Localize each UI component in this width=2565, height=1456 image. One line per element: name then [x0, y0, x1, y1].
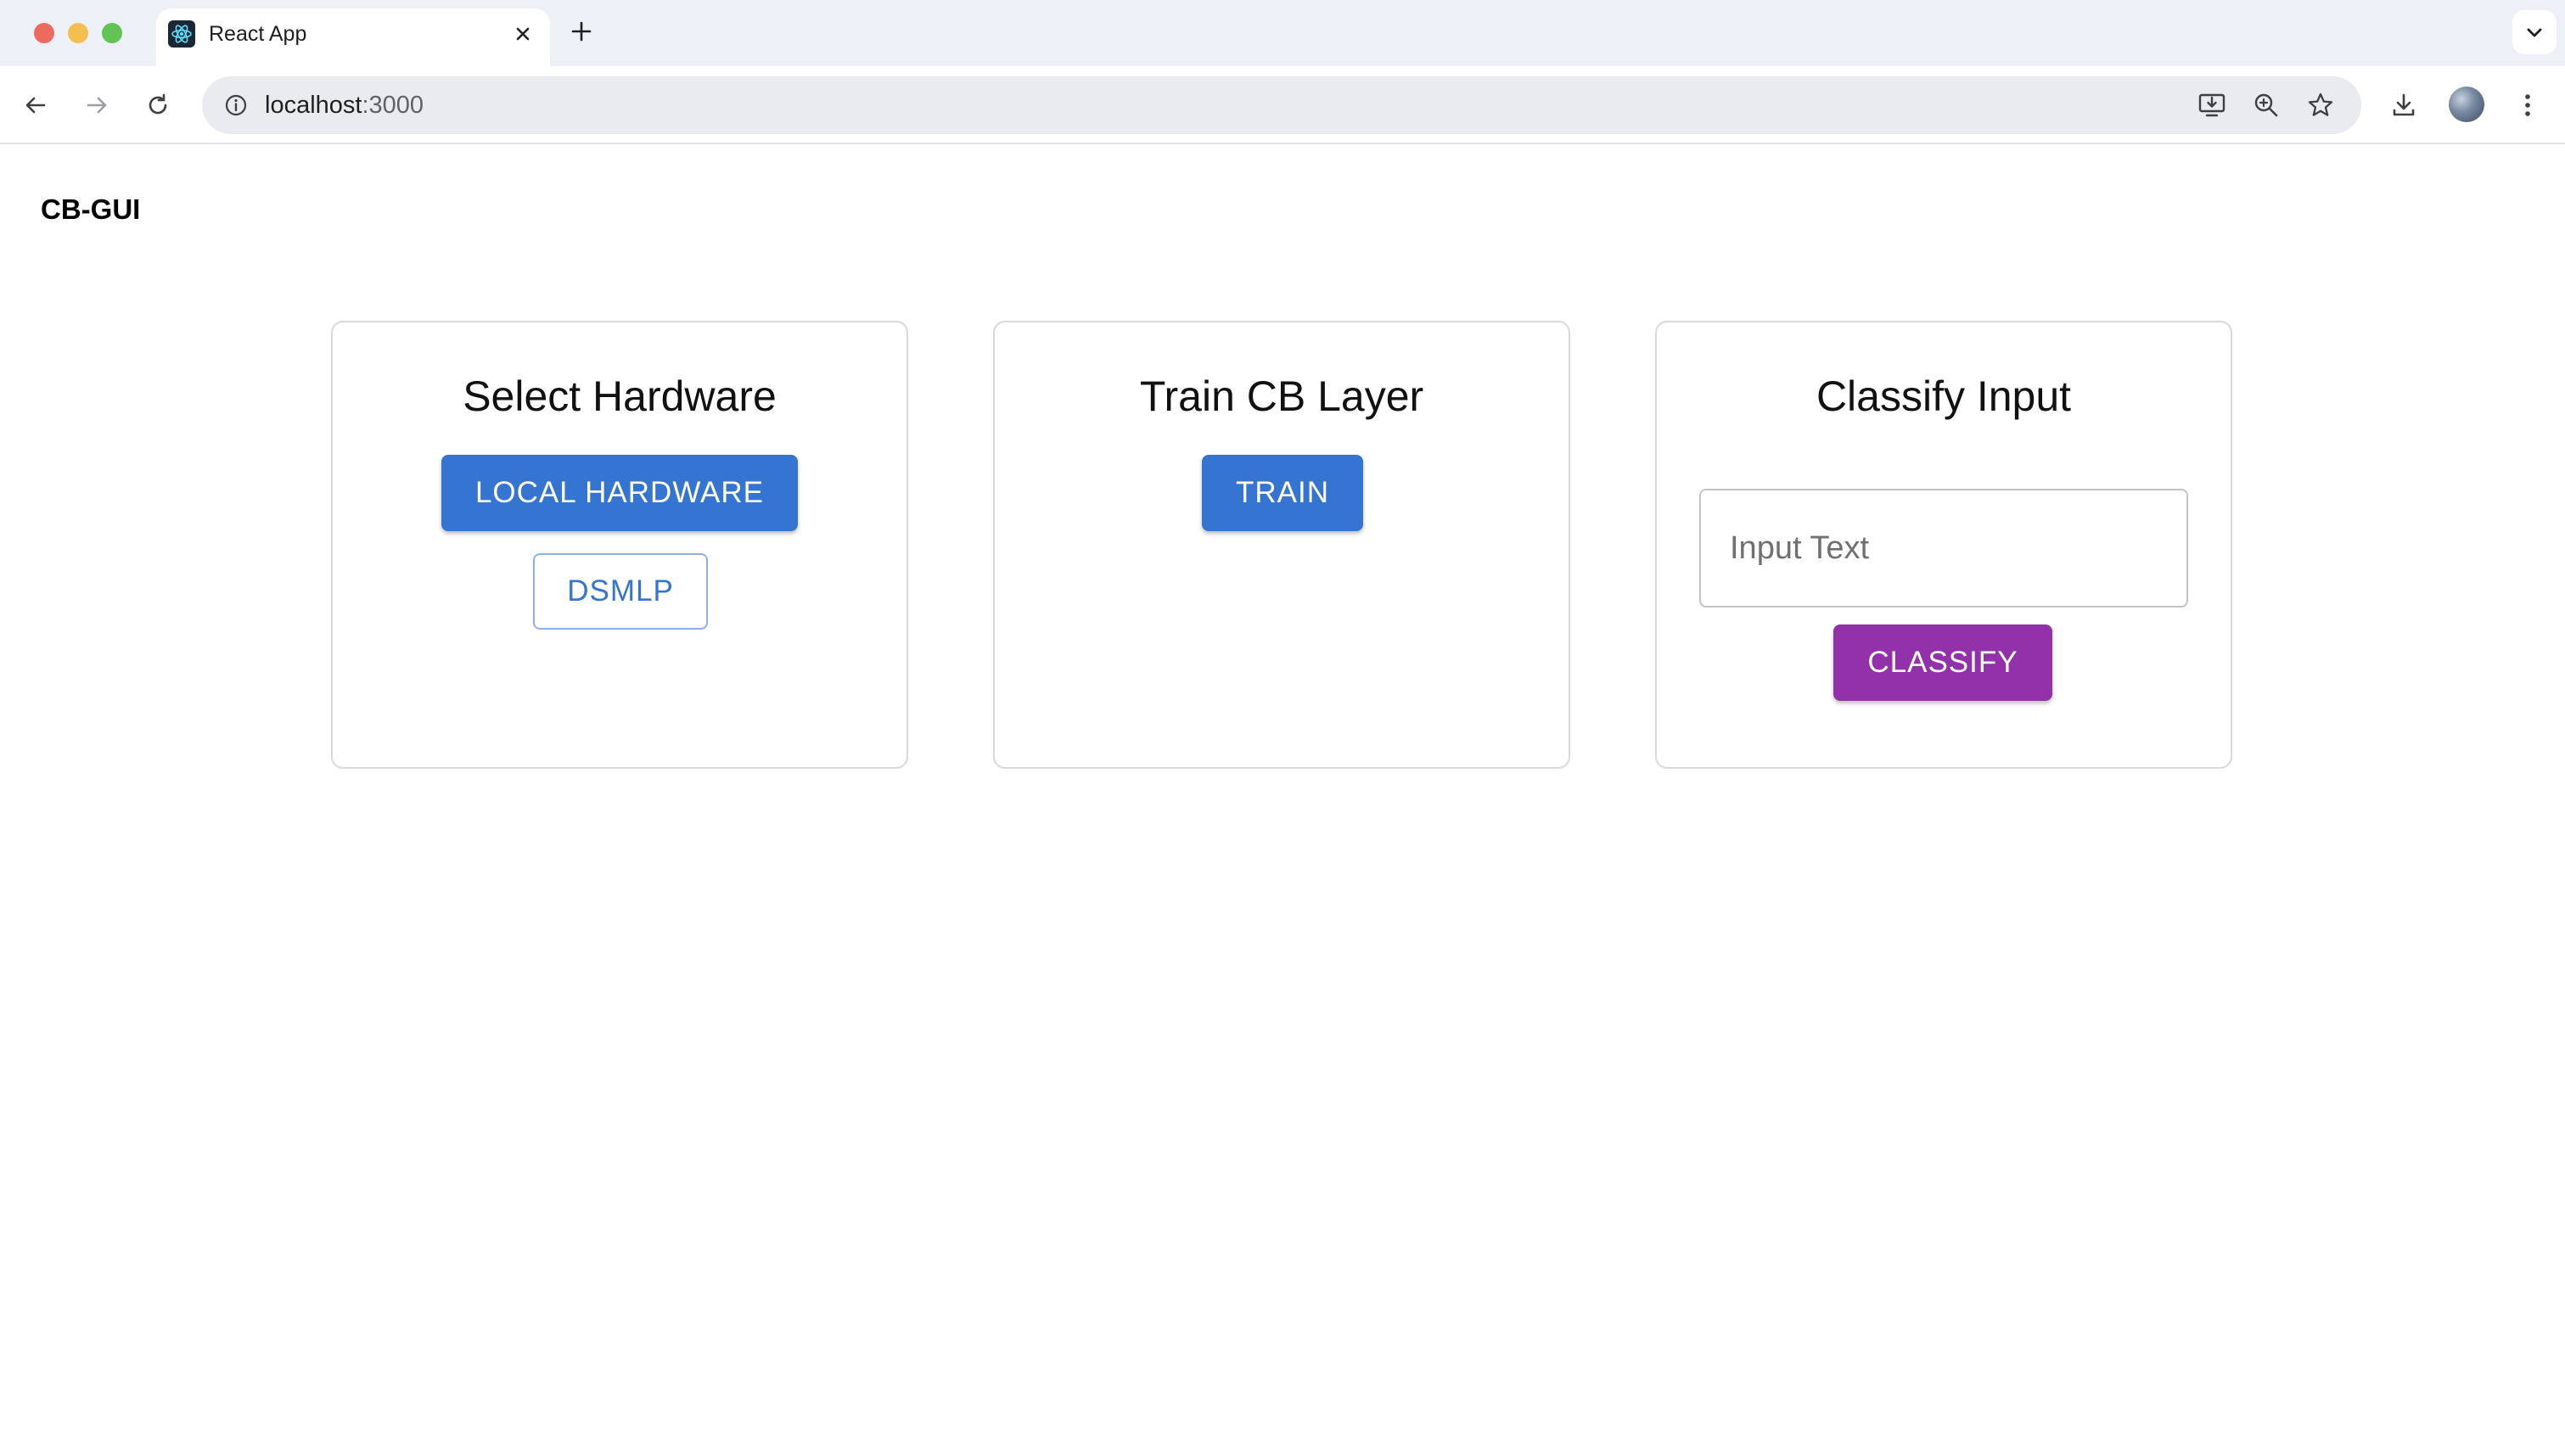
address-bar[interactable]: localhost:3000	[202, 76, 2361, 134]
reload-icon[interactable]	[138, 85, 178, 126]
back-arrow-icon[interactable]	[15, 85, 56, 126]
page-viewport: CB-GUI Select Hardware LOCAL HARDWARE DS…	[0, 146, 2565, 1456]
select-hardware-card: Select Hardware LOCAL HARDWARE DSMLP	[331, 321, 908, 769]
plus-icon[interactable]	[567, 17, 596, 46]
classify-input-card: Classify Input CLASSIFY	[1655, 321, 2232, 769]
browser-tab-strip: React App	[0, 0, 2565, 66]
react-logo-icon	[168, 20, 195, 48]
dsmlp-button[interactable]: DSMLP	[533, 553, 708, 630]
close-icon[interactable]	[511, 22, 535, 46]
app-title: CB-GUI	[41, 193, 141, 225]
classify-button[interactable]: CLASSIFY	[1833, 624, 2052, 701]
kebab-menu-icon[interactable]	[2507, 85, 2548, 126]
input-text-field[interactable]	[1699, 489, 2188, 608]
card-title: Select Hardware	[463, 372, 777, 420]
url-host: localhost	[265, 92, 362, 119]
download-icon[interactable]	[2383, 85, 2424, 126]
chevron-down-icon[interactable]	[2512, 10, 2557, 54]
forward-arrow-icon[interactable]	[76, 85, 117, 126]
browser-tab-active[interactable]: React App	[156, 8, 550, 66]
window-minimize-button[interactable]	[68, 23, 88, 43]
train-button[interactable]: TRAIN	[1202, 455, 1363, 531]
card-title: Train CB Layer	[1139, 372, 1424, 420]
card-title: Classify Input	[1816, 372, 2072, 420]
zoom-icon[interactable]	[2246, 85, 2287, 126]
browser-toolbar: localhost:3000	[0, 66, 2565, 144]
tab-title: React App	[209, 22, 307, 46]
window-close-button[interactable]	[34, 23, 54, 43]
train-cb-layer-card: Train CB Layer TRAIN	[993, 321, 1570, 769]
local-hardware-button[interactable]: LOCAL HARDWARE	[441, 455, 798, 531]
window-zoom-button[interactable]	[102, 23, 122, 43]
url-port: :3000	[362, 92, 424, 119]
install-app-icon[interactable]	[2192, 85, 2232, 126]
address-url[interactable]: localhost:3000	[265, 76, 424, 134]
info-icon[interactable]	[216, 85, 256, 126]
star-icon[interactable]	[2300, 85, 2341, 126]
profile-avatar[interactable]	[2449, 87, 2484, 122]
